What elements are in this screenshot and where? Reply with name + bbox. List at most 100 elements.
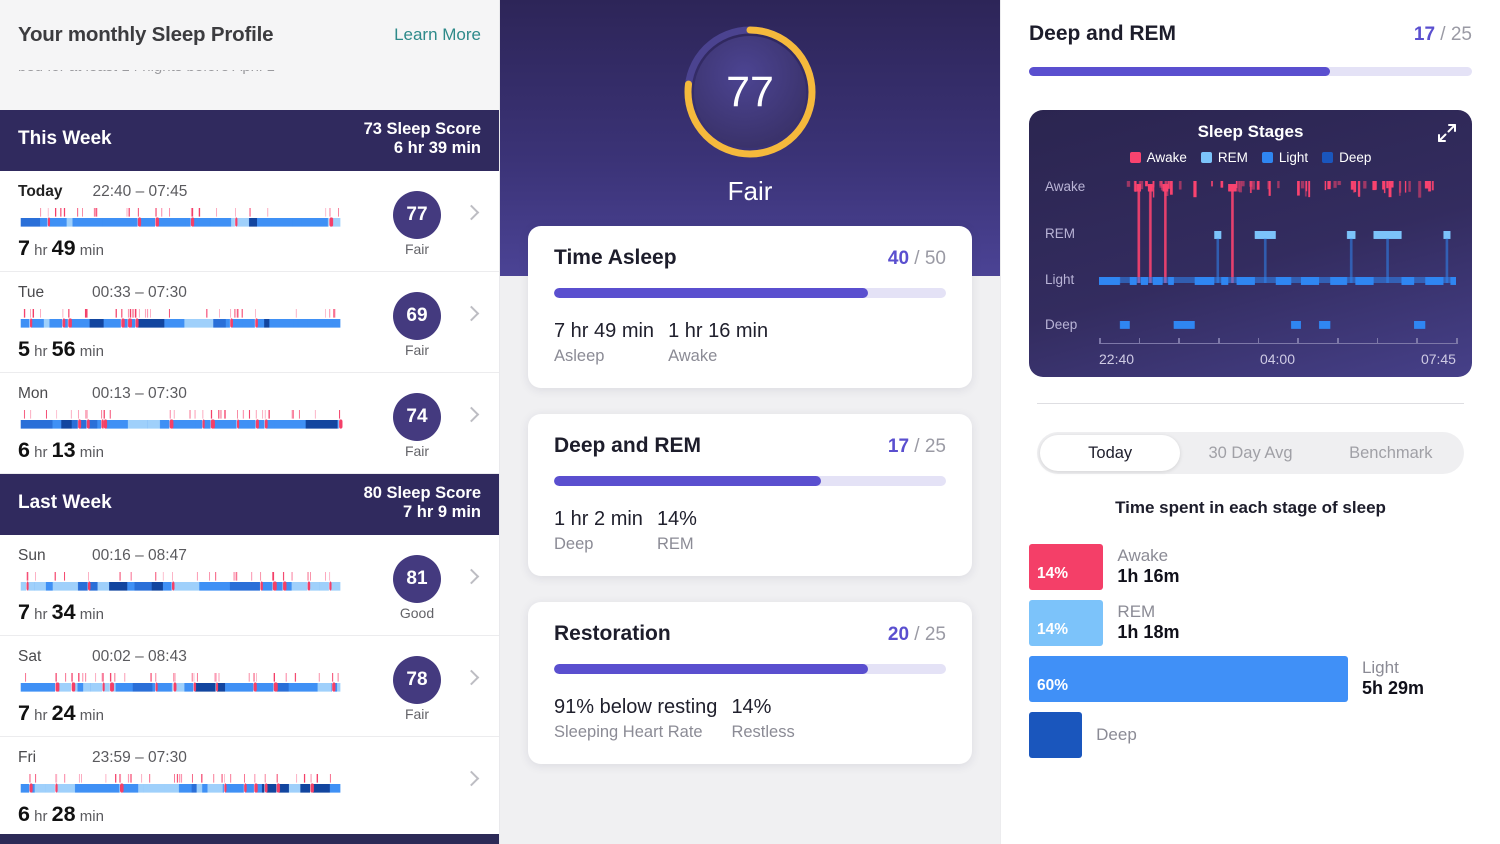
stage-meta: REM 1h 18m [1103, 600, 1179, 646]
legend-swatch-icon [1261, 152, 1273, 163]
tab-label: Today [1088, 443, 1133, 462]
metric-card-list: Time Asleep 40 / 50 7 hr 49 min Asleep 1 hr … [500, 226, 1000, 790]
hypnogram-y-label: REM [1045, 226, 1075, 241]
night-hours-unit: hr [34, 443, 48, 461]
week-score-line: 73 Sleep Score [363, 120, 481, 138]
stage-name: REM [1117, 602, 1156, 622]
week-label: Last Week [18, 492, 112, 514]
sleep-night-row[interactable]: Mon 00:13 – 07:30 6 hr 13 min 74 Fair [0, 372, 499, 474]
metric-stats: 1 hr 2 min Deep 14% REM [554, 508, 946, 554]
metric-stat-value: 7 hr 49 min [554, 320, 655, 342]
night-time-range: 22:40 – 07:45 [92, 182, 188, 200]
metric-stat-label: Deep [554, 535, 594, 553]
night-minutes-unit: min [79, 342, 104, 360]
sleep-night-row[interactable]: Sun 00:16 – 08:47 7 hr 34 min 81 Good [0, 534, 499, 636]
app-screen: Your monthly Sleep Profile Learn More be… [0, 0, 1500, 844]
legend-label: Awake [1146, 150, 1187, 165]
metric-card[interactable]: Deep and REM 17 / 25 1 hr 2 min Deep 14% REM [528, 414, 972, 576]
night-hours-unit: hr [34, 241, 48, 259]
metric-stats: 7 hr 49 min Asleep 1 hr 16 min Awake [554, 320, 946, 366]
expand-icon[interactable] [1436, 122, 1458, 149]
stage-breakdown-row: 14% REM 1h 18m [1029, 600, 1472, 646]
metric-stat-label: REM [656, 535, 694, 553]
sleep-night-row[interactable]: Sat 00:02 – 08:43 7 hr 24 min 78 Fair [0, 635, 499, 737]
night-score-quality: Fair [404, 705, 430, 722]
tab-benchmark[interactable]: Benchmark [1321, 435, 1461, 471]
metric-header: Restoration 20 / 25 [554, 622, 946, 646]
night-hours: 5 [18, 336, 30, 361]
week-duration-line: 6 hr 39 min [393, 139, 481, 158]
metric-progress-fill [554, 288, 868, 298]
night-hypnogram-canvas [18, 773, 358, 798]
metric-score-separator: / [914, 624, 920, 645]
night-duration: 6 hr 28 min [18, 802, 481, 827]
expand-arrows-icon [1438, 124, 1456, 142]
metric-card[interactable]: Restoration 20 / 25 91% below resting Sleep… [528, 602, 972, 764]
metric-score-value: 17 [887, 436, 910, 457]
night-score-badge: 78 [393, 655, 441, 704]
sleep-night-row[interactable]: Today 22:40 – 07:45 7 hr 49 min 77 Fair [0, 170, 499, 272]
metric-stat: 1 hr 2 min Deep [554, 508, 643, 554]
metric-stat: 1 hr 16 min Awake [668, 320, 768, 366]
metric-score: 20 / 25 [888, 624, 946, 646]
metric-score-max: 50 [924, 248, 946, 269]
night-day-label: Mon [18, 384, 49, 402]
stage-percent [1029, 751, 1037, 758]
profile-note-text: bed for at least 14 nights before April … [18, 70, 275, 75]
metric-stat-value: 1 hr 16 min [668, 320, 769, 342]
header-spacer [0, 100, 499, 110]
deep-rem-score-max: 25 [1450, 24, 1472, 45]
stage-percent: 14% [1037, 621, 1069, 638]
sleep-score-panel: 77 Fair Time Asleep 40 / 50 7 hr 49 min Asl… [500, 0, 1000, 844]
metric-card[interactable]: Time Asleep 40 / 50 7 hr 49 min Asleep 1 hr … [528, 226, 972, 388]
sleep-log-panel: Your monthly Sleep Profile Learn More be… [0, 0, 500, 844]
profile-note-clipped: bed for at least 14 nights before April … [0, 70, 499, 100]
night-day-label: Tue [18, 283, 45, 301]
stage-range-tabs: Today 30 Day Avg Benchmark [1037, 432, 1464, 474]
sleep-night-row[interactable]: Fri 23:59 – 07:30 6 hr 28 min [0, 736, 499, 838]
sleep-night-row[interactable]: Tue 00:33 – 07:30 5 hr 56 min 69 Fair [0, 271, 499, 373]
night-time-range: 00:13 – 07:30 [92, 384, 187, 402]
night-minutes: 34 [51, 599, 76, 624]
tab-30-day-avg[interactable]: 30 Day Avg [1180, 435, 1320, 471]
night-minutes: 24 [51, 700, 76, 725]
night-hours: 7 [18, 700, 30, 725]
hypnogram-x-label: 22:40 [1099, 351, 1135, 367]
night-hypnogram [18, 773, 481, 798]
night-day-label: Today [18, 182, 63, 200]
hypnogram-tick [1138, 338, 1141, 344]
night-hypnogram-canvas [18, 308, 358, 333]
stage-bar: 14% [1029, 600, 1104, 646]
metric-progress-track [554, 476, 946, 486]
hypnogram-tick [1456, 338, 1458, 344]
stage-name: Awake [1117, 546, 1169, 566]
metric-progress-fill [554, 664, 868, 674]
stage-breakdown-list: 14% Awake 1h 16m 14% REM 1h 18m 60% Light 5h 29m… [1029, 544, 1472, 758]
hypnogram-y-label: Awake [1045, 179, 1086, 194]
legend-item: REM [1200, 150, 1248, 165]
tab-today[interactable]: Today [1040, 435, 1181, 471]
night-minutes-unit: min [79, 241, 104, 259]
hypnogram-canvas [1099, 171, 1456, 343]
night-hours-unit: hr [34, 807, 48, 825]
stage-bar: 14% [1029, 544, 1104, 590]
learn-more-link[interactable]: Learn More [394, 25, 481, 45]
night-hours-unit: hr [34, 605, 48, 623]
stage-name: Deep [1096, 725, 1137, 745]
night-hypnogram-canvas [18, 571, 358, 596]
sleep-score-value: 77 [726, 67, 774, 116]
hypnogram-chart: Awake REM Light Deep 22:40 04:00 07:45 [1043, 171, 1458, 367]
sleep-stages-panel: Deep and REM 17 / 25 Sleep Stages Awake R… [1000, 0, 1500, 844]
deep-rem-progress-fill [1029, 67, 1331, 76]
metric-progress-track [554, 664, 946, 674]
stage-breakdown-subtitle: Time spent in each stage of sleep [1115, 498, 1386, 517]
metric-score: 40 / 50 [888, 248, 946, 270]
sleep-log-list: This Week 73 Sleep Score 6 hr 39 min Today 2… [0, 110, 499, 838]
legend-item: Deep [1322, 150, 1371, 165]
tab-label: Benchmark [1349, 443, 1433, 462]
night-hypnogram-canvas [18, 409, 358, 434]
hypnogram-tick [1416, 338, 1418, 344]
stage-breakdown-row: Deep [1029, 712, 1472, 758]
stage-time: 1h 16m [1117, 565, 1180, 586]
night-hours: 7 [18, 599, 30, 624]
